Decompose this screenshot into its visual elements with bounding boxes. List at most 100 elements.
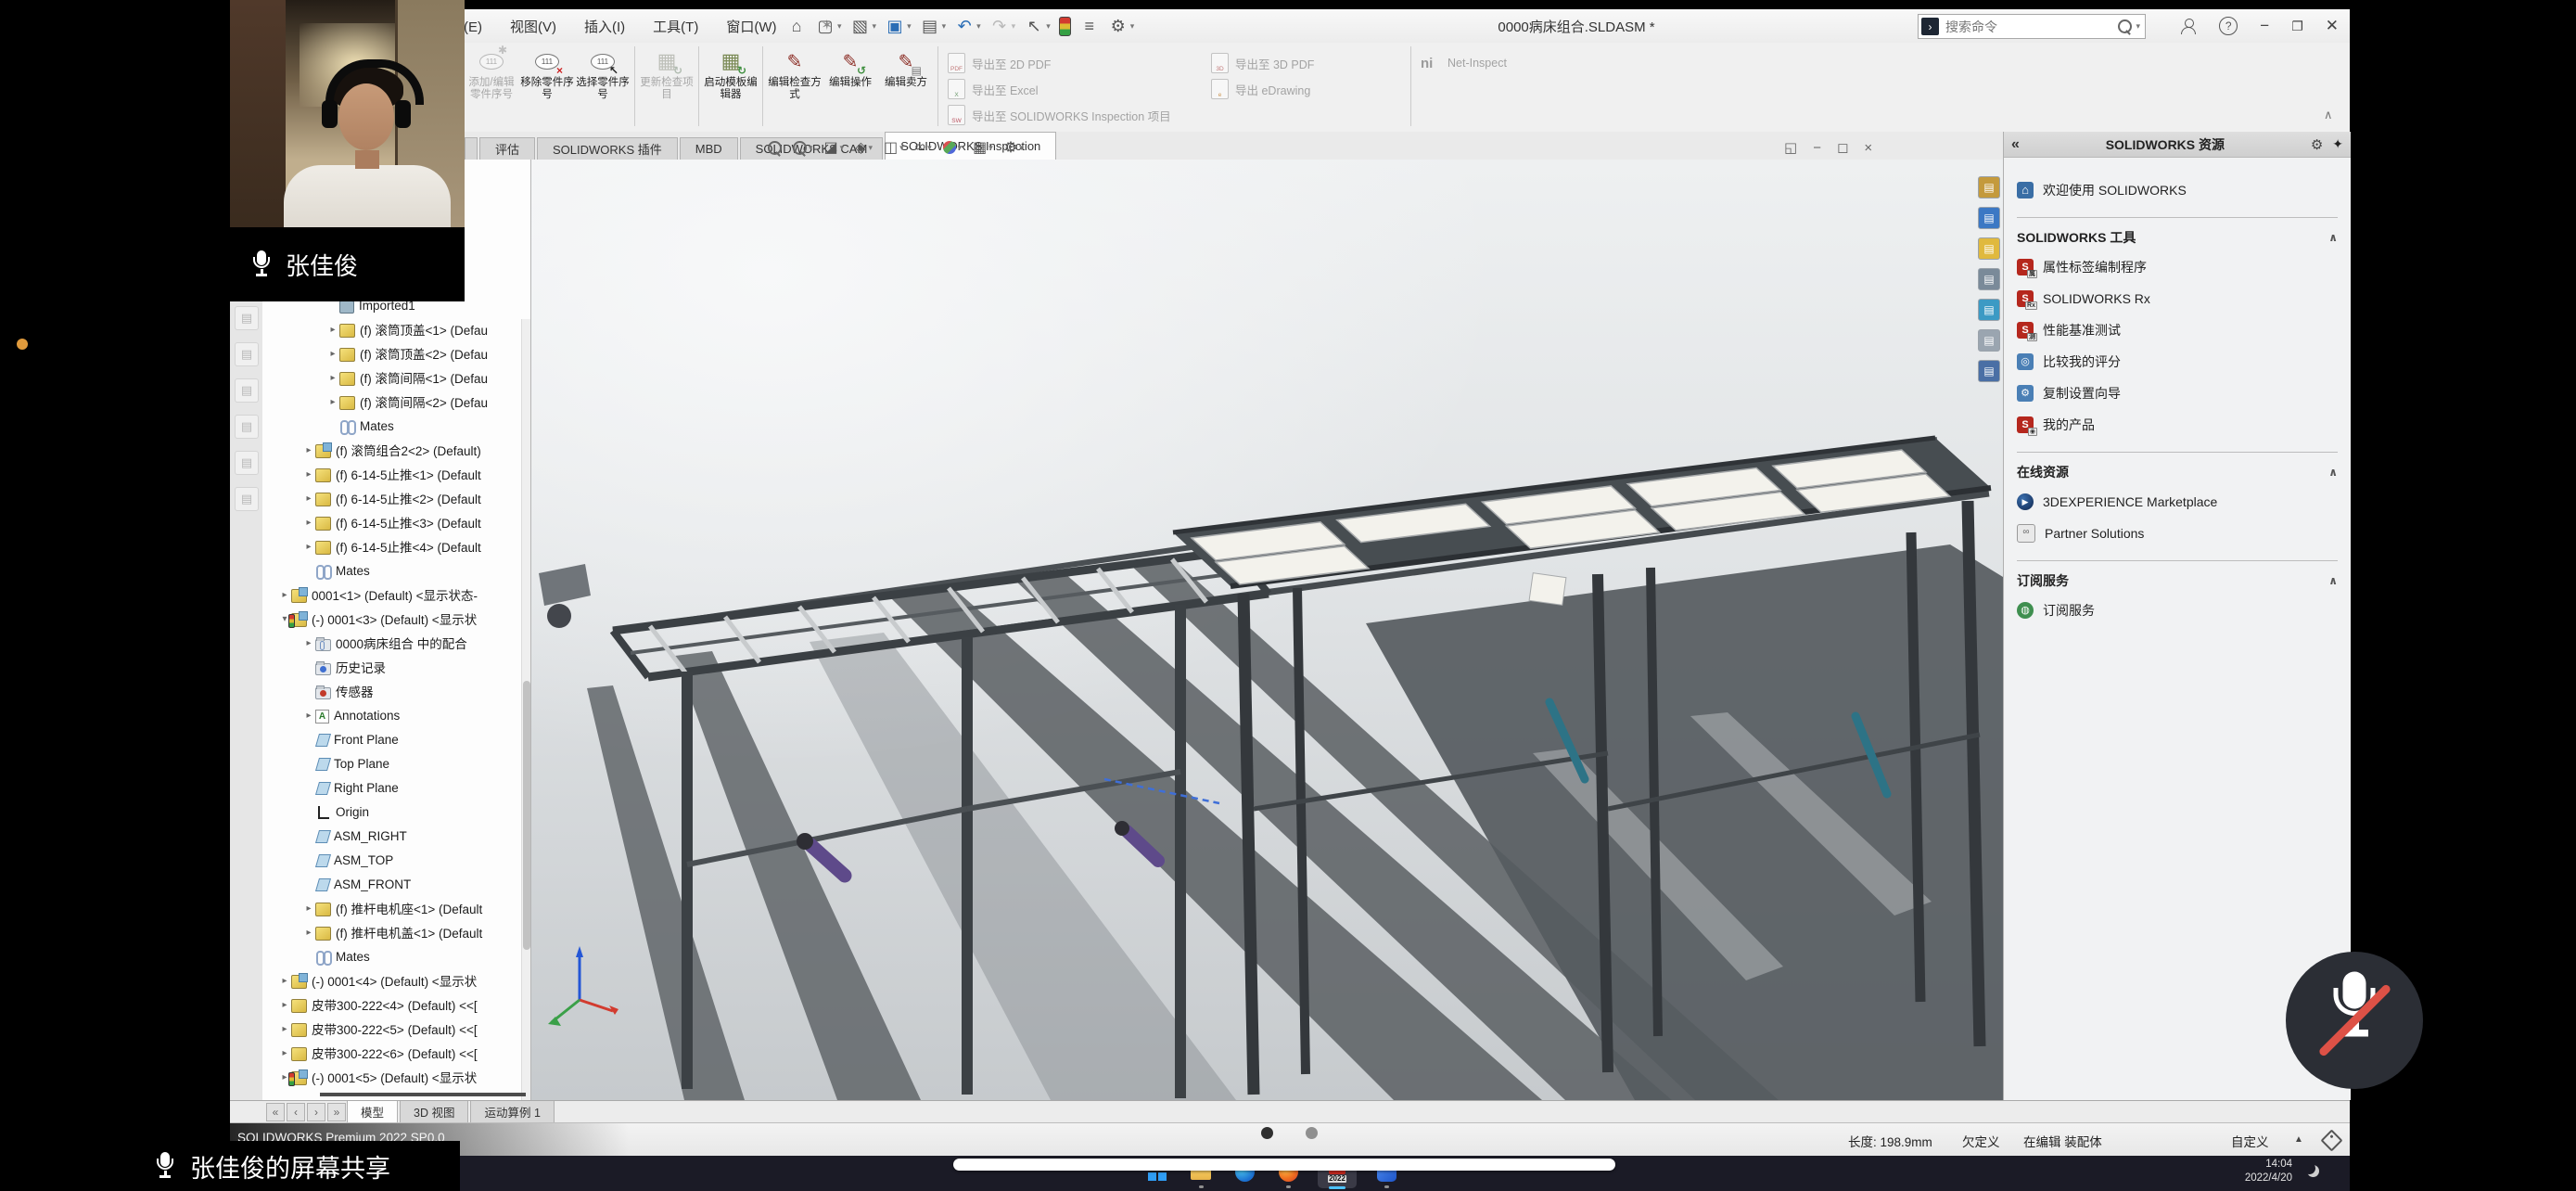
dropdown-caret-icon[interactable]: ▾ [899,143,904,153]
tree-row[interactable]: ▸(f) 滚筒顶盖<1> (Defau [262,317,530,341]
taskpane-item[interactable]: SRxSOLIDWORKS Rx [2017,283,2338,314]
expand-arrow-icon[interactable]: ▸ [303,518,314,528]
tree-row[interactable]: 历史记录 [262,655,530,679]
dropdown-caret-icon[interactable]: ▾ [907,21,912,32]
dropdown-caret-icon[interactable]: ▾ [837,21,842,32]
user-account-icon[interactable] [2180,18,2197,34]
taskpane-item[interactable]: S◉我的产品 [2017,409,2338,441]
tree-horizontal-scrollbar[interactable] [320,1093,526,1096]
minimize-document-button[interactable]: − [1813,140,1821,156]
edit-operation-button[interactable]: ✎↺编辑操作 [823,45,878,92]
tree-row[interactable]: ▸(-) 0001<5> (Default) <显示状 [262,1065,530,1089]
menu-item[interactable]: 插入(I) [584,17,625,36]
taskpane-item[interactable]: S属属性标签编制程序 [2017,251,2338,283]
template-editor-button[interactable]: ▦↻启动模板编辑器 [703,45,759,104]
view-orientation-icon[interactable]: ◈▾ [855,138,873,157]
taskpane-item[interactable]: ◎比较我的评分 [2017,346,2338,378]
gear-icon[interactable]: ⚙ [2311,136,2323,153]
tree-row[interactable]: ASM_FRONT [262,872,530,896]
inspection-pane-icon[interactable]: ▤ [1978,360,2000,382]
tab-评估[interactable]: 评估 [479,137,535,160]
expand-arrow-icon[interactable]: ▸ [279,1000,290,1010]
tree-row[interactable]: ▸(f) 6-14-5止推<2> (Default [262,486,530,510]
restore-window-button[interactable]: ❐ [2291,19,2303,34]
tree-row[interactable]: Right Plane [262,775,530,800]
apply-scene-icon[interactable]: ▦▾ [973,138,993,157]
cascade-window-button[interactable]: ◱ [1784,139,1797,156]
collapse-pane-icon[interactable]: « [2011,136,2020,153]
excel-button[interactable]: X导出至 Excel [948,76,1200,102]
expand-arrow-icon[interactable]: ▸ [303,928,314,938]
balloon-add-button[interactable]: 111✱添加/编辑零件序号 [464,45,519,104]
status-caret-icon[interactable]: ▲ [2294,1134,2303,1145]
display-style-icon[interactable]: ◫▾ [884,138,904,157]
tab-solidworks-插件[interactable]: SOLIDWORKS 插件 [537,137,678,160]
expand-arrow-icon[interactable]: ▸ [303,469,314,480]
update-project-button[interactable]: ▦↻更新检查项目 [639,45,695,104]
tree-row[interactable]: Mates [262,558,530,583]
expand-arrow-icon[interactable]: ▸ [327,349,338,359]
section-header[interactable]: 订阅服务∧ [2017,567,2338,595]
tree-row[interactable]: ▸(f) 6-14-5止推<4> (Default [262,534,530,558]
zoom-fit-icon[interactable] [768,141,782,155]
redo-icon[interactable]: ↷▾ [989,17,1016,36]
expand-arrow-icon[interactable]: ▸ [279,1048,290,1058]
dropdown-caret-icon[interactable]: ▾ [927,143,932,153]
mute-button[interactable] [2286,952,2423,1089]
search-caret-icon[interactable]: ▾ [2136,21,2140,32]
tree-row[interactable]: ▸(f) 6-14-5止推<1> (Default [262,462,530,486]
welcome-item[interactable]: ⌂ 欢迎使用 SOLIDWORKS [2017,174,2338,206]
tree-row[interactable]: ▸(f) 推杆电机盖<1> (Default [262,920,530,944]
ribbon-collapse-icon[interactable]: ∧ [2324,108,2333,122]
expand-arrow-icon[interactable]: ▸ [327,397,338,407]
close-window-button[interactable]: ✕ [2326,17,2339,35]
expand-arrow-icon[interactable]: ▸ [303,493,314,504]
model-viewport[interactable] [531,160,2003,1100]
close-document-button[interactable]: × [1864,140,1872,156]
edit-method-button[interactable]: ✎编辑检查方式 [767,45,823,104]
sw-project-button[interactable]: SW导出至 SOLIDWORKS Inspection 项目 [948,102,1200,128]
tree-row[interactable]: ▸(f) 推杆电机座<1> (Default [262,896,530,920]
last-tab-button[interactable]: » [327,1103,346,1121]
expand-arrow-icon[interactable]: ▸ [303,638,314,648]
custom-properties-icon[interactable]: ▤ [1978,299,2000,321]
file-explorer-icon[interactable]: ▤ [1978,207,2000,229]
playback-progress-bar[interactable] [953,1159,1615,1171]
home-icon[interactable]: ⌂ [786,17,807,36]
menu-item[interactable]: 窗口(W) [726,17,776,36]
edit-appearance-icon[interactable]: ▾ [943,141,963,154]
pdf-3d-button[interactable]: 3D导出至 3D PDF [1211,50,1401,76]
custom-status-label[interactable]: 自定义 [2231,1132,2269,1150]
dropdown-caret-icon[interactable]: ▾ [1046,21,1051,32]
dropdown-caret-icon[interactable]: ▾ [942,21,947,32]
tree-row[interactable]: ▸(f) 滚筒间隔<1> (Defau [262,365,530,390]
first-tab-button[interactable]: « [266,1103,285,1121]
view-settings-icon[interactable]: ⚙▾ [1004,138,1024,157]
design-library-icon[interactable]: ▤ [1978,176,2000,198]
tree-row[interactable]: Front Plane [262,727,530,751]
doc-tab-3D-视图[interactable]: 3D 视图 [400,1101,468,1123]
dropdown-caret-icon[interactable]: ▾ [809,143,813,153]
left-toolbar-icon-tool-3[interactable]: ▤ [235,378,259,403]
open-icon[interactable]: ▧▾ [850,17,877,36]
section-view-icon[interactable]: ◪▾ [824,138,845,157]
save-icon[interactable]: ▣▾ [885,17,912,36]
dropdown-caret-icon[interactable]: ▾ [1130,21,1135,32]
left-toolbar-icon-tool-2[interactable]: ▤ [235,342,259,366]
search-icon[interactable] [2118,19,2132,33]
taskpane-item[interactable]: ∞Partner Solutions [2017,518,2338,549]
chevron-up-icon[interactable]: ∧ [2328,231,2338,244]
expand-arrow-icon[interactable]: ▸ [303,445,314,455]
tree-row[interactable]: ▸皮带300-222<4> (Default) <<[ [262,992,530,1017]
print-icon[interactable]: ▤▾ [920,17,947,36]
expand-arrow-icon[interactable]: ▸ [279,590,290,600]
dropdown-caret-icon[interactable]: ▾ [1019,143,1024,153]
view-palette-icon[interactable]: ▤ [1978,237,2000,260]
tag-icon[interactable] [2320,1129,2342,1151]
undo-icon[interactable]: ↶▾ [954,17,981,36]
taskbar-clock[interactable]: 14:04 2022/4/20 [2203,1158,2292,1185]
tree-row[interactable]: 传感器 [262,679,530,703]
select-cursor-icon[interactable]: ↖▾ [1024,17,1051,36]
left-toolbar-icon-tool-1[interactable]: ▤ [235,306,259,330]
edit-vendor-button[interactable]: ✎▤编辑卖方 [878,45,934,92]
